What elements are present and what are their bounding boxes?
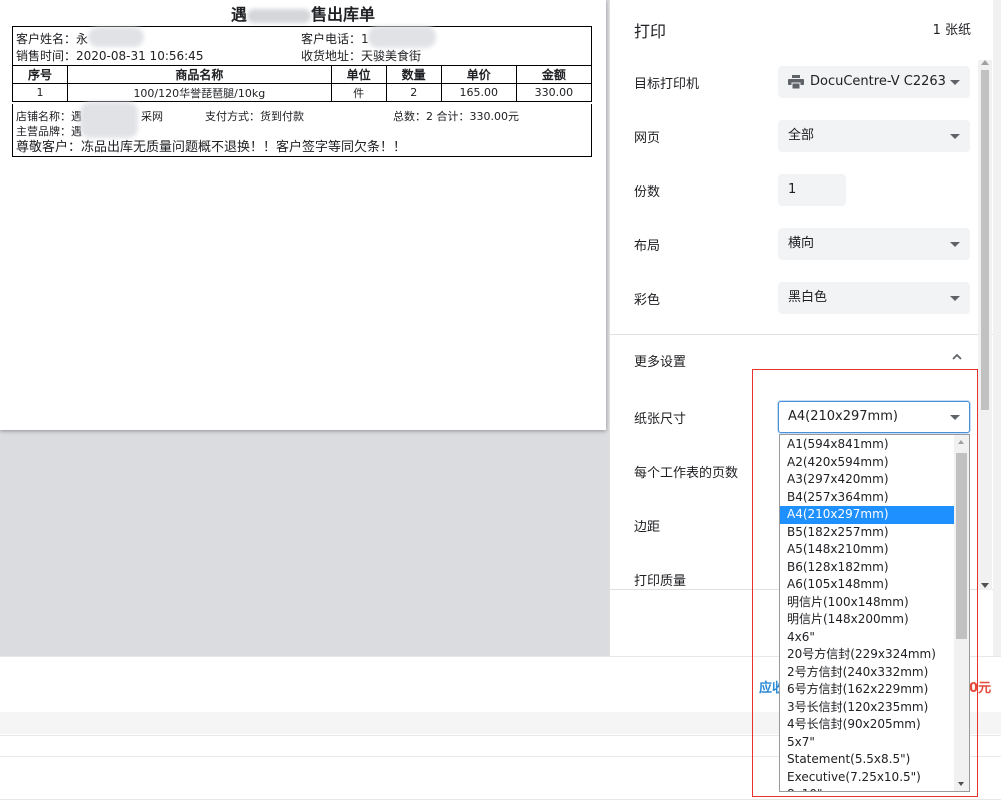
paper-option[interactable]: 4x6" [780,629,954,647]
document-title-right: 售出库单 [311,5,376,24]
copies-label: 份数 [634,185,661,200]
table-cell: 330.00 [515,83,593,102]
panel-scrollbar[interactable] [978,60,992,590]
paper-option[interactable]: A6(105x148mm) [780,576,954,594]
paper-option[interactable]: A3(297x420mm) [780,471,954,489]
paper-option[interactable]: B4(257x364mm) [780,489,954,507]
paper-option[interactable]: 5x7" [780,734,954,752]
document-title-left: 遇 [230,5,247,24]
scrollbar-thumb[interactable] [956,453,967,639]
paper-size-select[interactable]: A4(210x297mm) [778,401,970,433]
color-value: 黑白色 [788,290,828,305]
scroll-down-arrow-icon[interactable] [981,583,989,588]
chevron-down-icon [950,296,960,301]
printer-select[interactable]: DocuCentre-V C2263 [778,66,970,98]
payment-method: 支付方式：货到付款 [205,110,304,123]
redacted-block [368,26,436,48]
paper-option[interactable]: 明信片(100x148mm) [780,594,954,612]
layout-label: 布局 [634,239,661,254]
sale-time: 销售时间：2020-08-31 10:56:45 [16,49,204,63]
column-header: 金额 [515,65,593,84]
chevron-down-icon [950,242,960,247]
redacted-block [88,27,144,47]
paper-option[interactable]: A1(594x841mm) [780,436,954,454]
table-cell: 165.00 [440,83,517,102]
totals: 总数：2 合计：330.00元 [393,110,519,123]
scroll-down-arrow-icon[interactable] [958,782,964,786]
paper-option[interactable]: Statement(5.5x8.5") [780,751,954,769]
paper-option[interactable]: 4号长信封(90x205mm) [780,716,954,734]
chevron-down-icon [950,415,960,420]
redacted-block [247,8,311,23]
paper-option[interactable]: 8x10" [780,786,954,791]
paper-option[interactable]: 20号方信封(229x324mm) [780,646,954,664]
store-name: 店铺名称：遇 [16,110,82,123]
pages-label: 网页 [634,131,661,146]
table-cell: 100/120华誉琵琶腿/10kg [67,83,332,102]
printer-name: DocuCentre-V C2263 [810,74,946,89]
color-select[interactable]: 黑白色 [778,282,970,314]
column-header: 单位 [330,65,387,84]
paper-option[interactable]: A4(210x297mm) [780,506,954,524]
column-header: 单价 [440,65,517,84]
print-preview-area: 遇 售出库单 客户姓名：永 客户电话：1 销售时间：2020-08-31 10:5… [0,0,609,656]
pages-value: 全部 [788,128,815,143]
paper-option[interactable]: A2(420x594mm) [780,454,954,472]
divider [610,334,993,335]
customer-name: 客户姓名：永 [16,32,89,46]
paper-size-value: A4(210x297mm) [788,409,898,424]
layout-select[interactable]: 横向 [778,228,970,260]
paper-option[interactable]: B5(182x257mm) [780,524,954,542]
customer-phone: 客户电话：1 [301,32,369,46]
store-name-tail: 采网 [141,110,163,123]
print-quality-label: 打印质量 [634,574,687,589]
pages-per-sheet-label: 每个工作表的页数 [634,466,739,481]
copies-input[interactable]: 1 [778,174,846,206]
paper-option[interactable]: A5(148x210mm) [780,541,954,559]
customer-notice: 尊敬客户：冻品出库无质量问题概不退换！！客户签字等同欠条！！ [16,140,407,155]
chevron-down-icon [950,134,960,139]
margins-label: 边距 [634,520,661,535]
paper-size-dropdown-list[interactable]: A1(594x841mm) A2(420x594mm) A3(297x420mm) B… [779,434,970,792]
document-title: 遇 售出库单 [0,1,606,25]
printer-icon [788,75,804,89]
paper-option[interactable]: Executive(7.25x10.5") [780,769,954,787]
paper-size-label: 纸张尺寸 [634,412,687,427]
color-label: 彩色 [634,293,661,308]
table-cell: 件 [330,83,387,102]
table-cell: 1 [11,83,69,102]
paper-option[interactable]: 2号方信封(240x332mm) [780,664,954,682]
table-header-row: 序号 商品名称 单位 数量 单价 金额 [11,65,593,84]
paper-option[interactable]: 6号方信封(162x229mm) [780,681,954,699]
items-table: 序号 商品名称 单位 数量 单价 金额 1 100/120华誉琵琶腿/10kg … [11,65,593,102]
scroll-up-arrow-icon[interactable] [958,440,964,444]
paper-option[interactable]: 3号长信封(120x235mm) [780,699,954,717]
layout-value: 横向 [788,236,815,251]
scroll-up-arrow-icon[interactable] [981,60,989,65]
panel-title: 打印 [634,22,667,41]
chevron-up-icon[interactable] [952,352,962,362]
sheet-count: 1 张纸 [932,23,971,38]
table-row: 1 100/120华誉琵琶腿/10kg 件 2 165.00 330.00 [11,83,593,102]
pages-select[interactable]: 全部 [778,120,970,152]
paper-options: A1(594x841mm) A2(420x594mm) A3(297x420mm) B… [780,436,954,791]
table-cell: 2 [385,83,442,102]
printer-label: 目标打印机 [634,77,700,92]
dropdown-scrollbar[interactable] [954,435,969,791]
column-header: 序号 [11,65,69,84]
scrollbar-thumb[interactable] [981,70,989,410]
more-settings-toggle[interactable]: 更多设置 [634,351,686,370]
redacted-block [80,102,138,138]
column-header: 数量 [385,65,442,84]
delivery-address: 收货地址：天骏美食街 [301,49,422,63]
chevron-down-icon [950,80,960,85]
paper-option[interactable]: 明信片(148x200mm) [780,611,954,629]
paper-option[interactable]: B6(128x182mm) [780,559,954,577]
preview-page: 遇 售出库单 客户姓名：永 客户电话：1 销售时间：2020-08-31 10:5… [0,0,606,430]
column-header: 商品名称 [67,65,332,84]
